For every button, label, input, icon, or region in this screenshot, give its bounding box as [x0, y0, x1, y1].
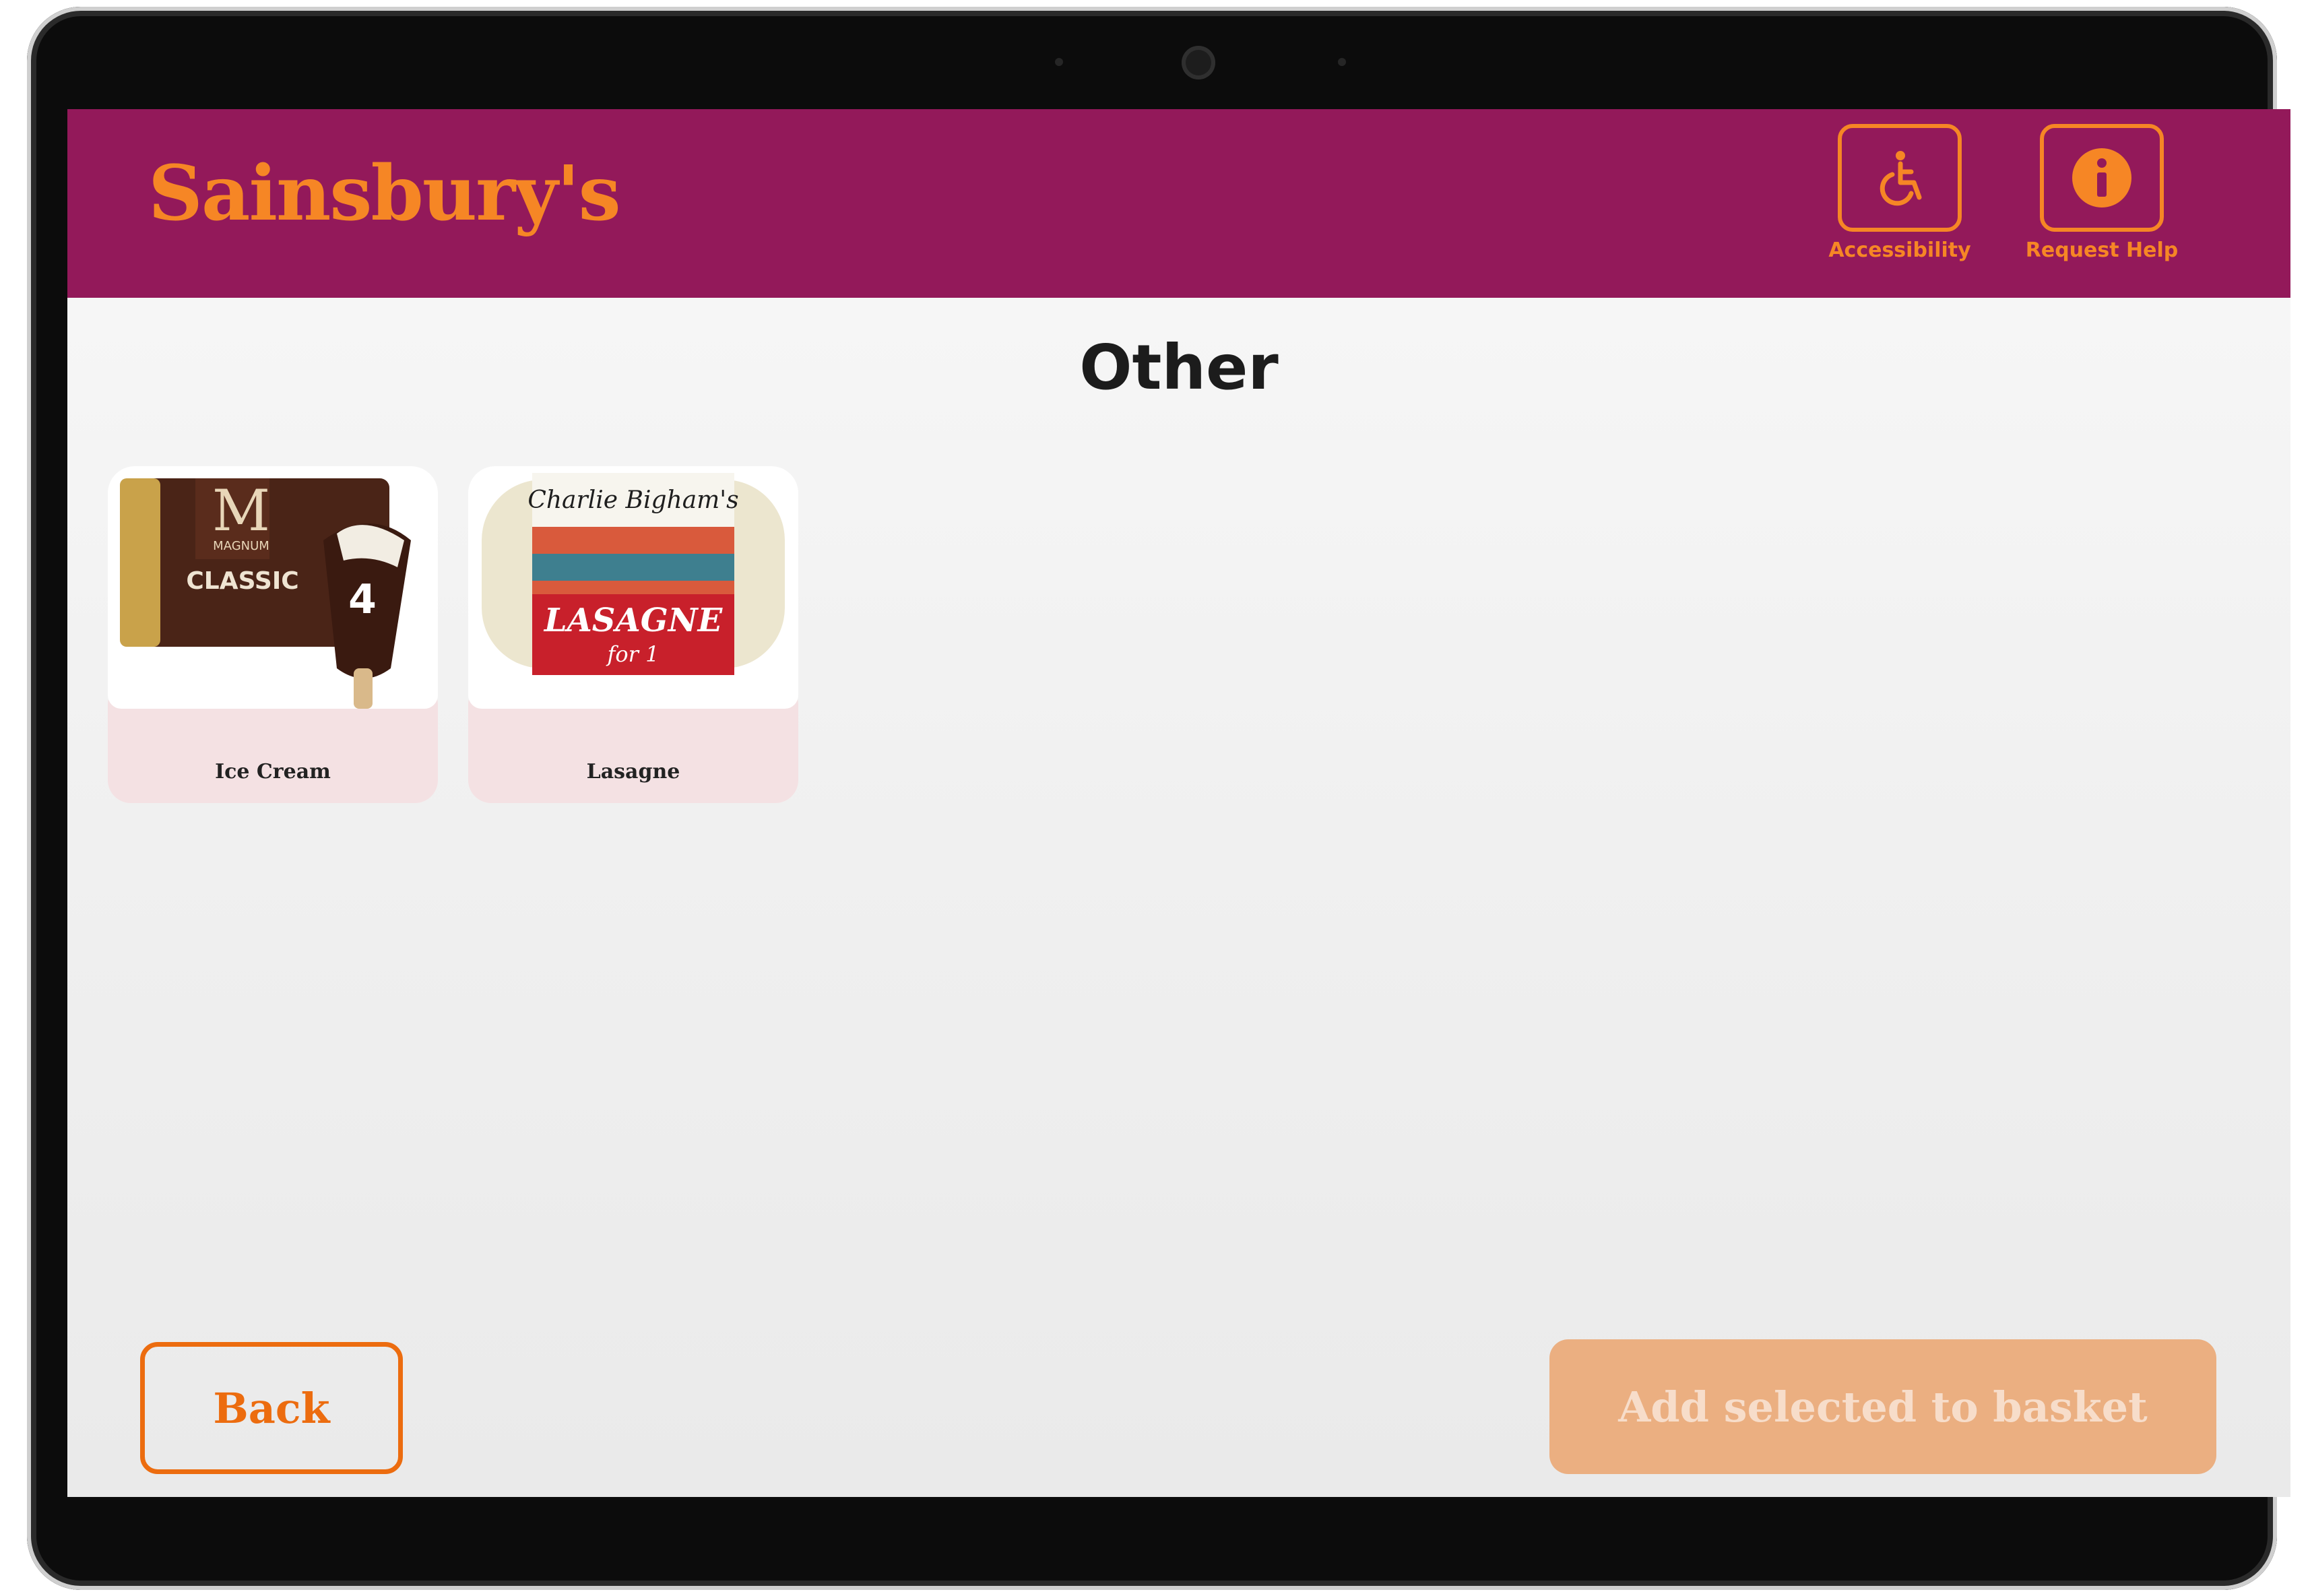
magnum-text: MAGNUM: [213, 539, 269, 553]
accessibility-button[interactable]: Accessibility: [1819, 124, 1981, 262]
add-to-basket-button[interactable]: Add selected to basket: [1549, 1339, 2216, 1474]
header-bar: Sainsbury's Accessibility Request Help: [67, 109, 2290, 298]
product-name: Lasagne: [586, 760, 680, 784]
svg-text:M: M: [212, 478, 270, 544]
lasagne-title-text: LASAGNE: [543, 602, 724, 639]
page-title: Other: [1079, 331, 1279, 404]
request-help-label: Request Help: [2025, 238, 2179, 262]
info-icon: [2072, 148, 2131, 208]
wheelchair-icon: [1880, 151, 1922, 206]
product-image-ice-cream: M MAGNUM CLASSIC 4: [108, 466, 438, 709]
front-camera: [1182, 46, 1215, 79]
accessibility-label: Accessibility: [1828, 238, 1971, 262]
product-card-lasagne[interactable]: Charlie Bigham's LASAGNE for 1 Lasagne: [468, 466, 798, 803]
request-help-button[interactable]: Request Help: [2021, 124, 2183, 262]
sensor-dot: [1338, 58, 1346, 66]
product-image-lasagne: Charlie Bigham's LASAGNE for 1: [468, 466, 798, 709]
product-card-ice-cream[interactable]: M MAGNUM CLASSIC 4 Ice Cream: [108, 466, 438, 803]
pack-count-text: 4: [348, 576, 377, 623]
back-button[interactable]: Back: [140, 1342, 403, 1474]
classic-text: CLASSIC: [186, 567, 298, 595]
brand-logo: Sainsbury's: [148, 150, 621, 238]
kiosk-screen: Sainsbury's Accessibility Request Help O…: [67, 109, 2290, 1497]
product-name: Ice Cream: [215, 760, 331, 784]
lasagne-sub-text: for 1: [606, 641, 660, 667]
sensor-dot: [1055, 58, 1063, 66]
lasagne-brand-text: Charlie Bigham's: [527, 486, 738, 514]
tablet-frame: Sainsbury's Accessibility Request Help O…: [27, 7, 2290, 1590]
